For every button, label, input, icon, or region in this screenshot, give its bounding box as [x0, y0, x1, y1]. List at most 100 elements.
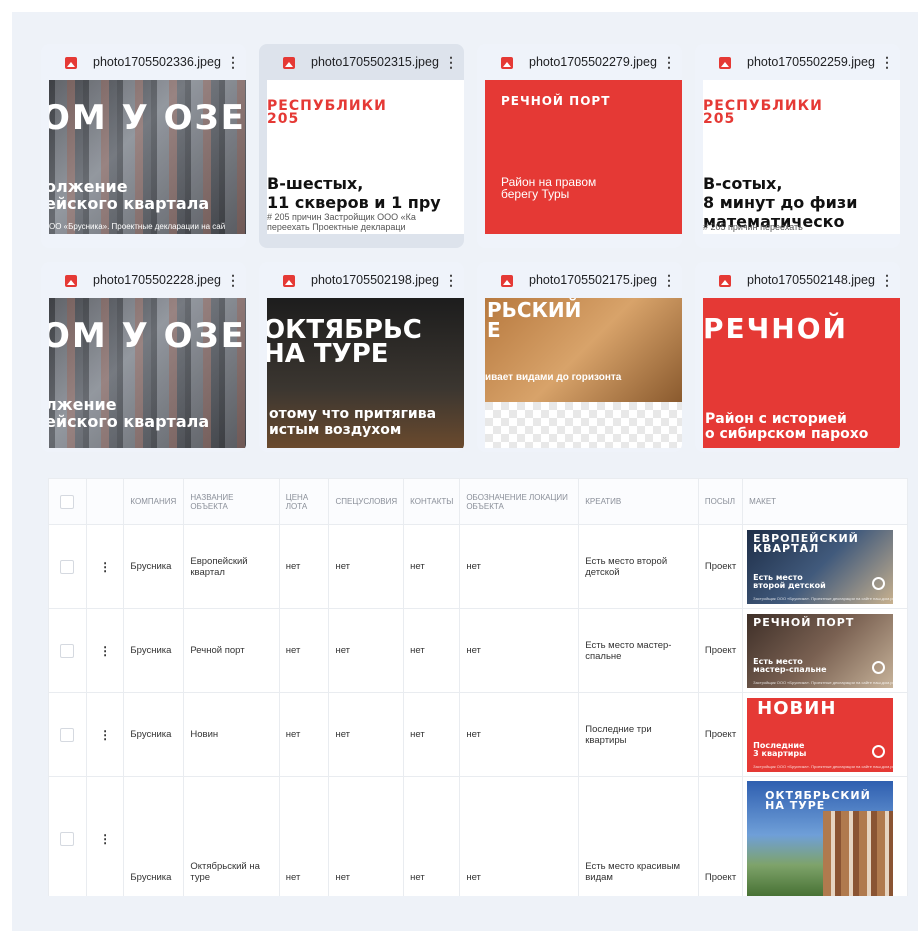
select-all-checkbox[interactable]: [60, 494, 75, 509]
more-vert-icon[interactable]: ⋮: [444, 273, 458, 287]
logo-circle-icon: [872, 660, 886, 674]
cell-price: нет: [278, 776, 330, 896]
cell-contacts: нет: [403, 524, 461, 609]
table-row: ⋮ Брусника Европейский квартал нет нет нет нет…: [48, 524, 908, 609]
file-card[interactable]: photo1705502315.jpeg ⋮ РЕСПУБЛИКИ 205 В-шест…: [259, 44, 464, 248]
mockup-image[interactable]: ОКТЯБРЬСКИЙ НА ТУРЕ: [747, 781, 894, 896]
mockup-title: НОВИН: [757, 697, 837, 719]
cell-creative: Последние три квартиры: [578, 692, 699, 777]
table-row: ⋮ Брусника Октябрьский на туре нет нет нет нет…: [48, 776, 908, 896]
mockup-title: ЕВРОПЕЙСКИЙ КВАРТАЛ: [753, 531, 859, 555]
file-name: photo1705502259.jpeg: [747, 55, 875, 69]
mockup-title: РЕЧНОЙ ПОРТ: [753, 615, 855, 629]
file-thumbnail[interactable]: РЕЧНОЙ Район с историей о сибирском парохо: [703, 298, 900, 448]
thumbnail-title: ОМ У ОЗЕ: [49, 98, 246, 138]
cell-creative: Есть место красивым видам: [578, 776, 699, 896]
file-card[interactable]: photo1705502198.jpeg ⋮ ОКТЯБРЬС НА ТУРЕ отом…: [259, 262, 464, 452]
file-thumbnail[interactable]: ОМ У ОЗЕ лжение ейского квартала: [49, 298, 246, 448]
logo-circle-icon: [872, 576, 886, 590]
file-card-header: photo1705502279.jpeg ⋮: [477, 44, 682, 80]
cell-price: нет: [278, 692, 330, 777]
thumbnail-subtitle: лжение ейского квартала: [49, 395, 210, 431]
file-card[interactable]: photo1705502279.jpeg ⋮ РЕЧНОЙ ПОРТ Район на…: [477, 44, 682, 248]
row-menu-button[interactable]: ⋮: [85, 692, 125, 777]
column-header: КОМПАНИЯ: [123, 478, 185, 525]
thumbnail-photo: РЬСКИЙ Е ивает видами до горизонта: [485, 298, 682, 402]
cell-special: нет: [328, 608, 405, 693]
more-vert-icon[interactable]: ⋮: [662, 273, 676, 287]
file-card-header: photo1705502228.jpeg ⋮: [41, 262, 246, 298]
cell-name: Европейский квартал: [183, 524, 280, 609]
file-thumbnail[interactable]: РЕЧНОЙ ПОРТ Район на правом берегу Туры: [485, 80, 682, 234]
cell-location: нет: [459, 524, 580, 609]
row-checkbox[interactable]: [60, 832, 75, 846]
mockup-title: ОКТЯБРЬСКИЙ НА ТУРЕ: [765, 789, 871, 812]
file-name: photo1705502279.jpeg: [529, 55, 657, 69]
cell-name: Октябрьский на туре: [183, 776, 280, 896]
row-select-cell: [48, 692, 87, 777]
file-thumbnail[interactable]: РЕСПУБЛИКИ 205 В-шестых, 11 скверов и 1 пру…: [267, 80, 464, 234]
image-file-icon: [719, 275, 731, 287]
mockup-image[interactable]: ЕВРОПЕЙСКИЙ КВАРТАЛ Есть место второй детск…: [747, 529, 894, 604]
cell-contacts: нет: [403, 692, 461, 777]
more-vert-icon[interactable]: ⋮: [226, 273, 240, 287]
row-menu-button[interactable]: ⋮: [85, 776, 125, 896]
cell-price: нет: [278, 608, 330, 693]
cell-mockup: РЕЧНОЙ ПОРТ Есть место мастер-спальне Застр…: [742, 608, 908, 693]
file-thumbnail[interactable]: РЬСКИЙ Е ивает видами до горизонта: [485, 298, 682, 448]
mockup-image[interactable]: РЕЧНОЙ ПОРТ Есть место мастер-спальне Застр…: [747, 613, 894, 688]
row-checkbox[interactable]: [60, 643, 75, 658]
file-card[interactable]: photo1705502336.jpeg ⋮ ОМ У ОЗЕ олжение ейск…: [41, 44, 246, 248]
file-name: photo1705502175.jpeg: [529, 273, 657, 287]
file-name: photo1705502148.jpeg: [747, 273, 875, 287]
image-file-icon: [719, 57, 731, 69]
more-vert-icon[interactable]: ⋮: [444, 55, 458, 69]
row-menu-button[interactable]: ⋮: [85, 524, 125, 609]
file-thumbnail[interactable]: РЕСПУБЛИКИ 205 В-сотых, 8 минут до физи мате…: [703, 80, 900, 234]
thumbnail-title: ОКТЯБРЬС НА ТУРЕ: [267, 315, 422, 369]
file-name: photo1705502228.jpeg: [93, 273, 221, 287]
file-thumbnail[interactable]: ОМ У ОЗЕ олжение ейского квартала ОО «Брусн…: [49, 80, 246, 234]
thumbnail-subtitle: ивает видами до горизонта: [485, 372, 622, 383]
more-vert-icon[interactable]: ⋮: [880, 273, 894, 287]
more-vert-icon[interactable]: ⋮: [662, 55, 676, 69]
file-card-header: photo1705502175.jpeg ⋮: [477, 262, 682, 298]
file-card[interactable]: photo1705502259.jpeg ⋮ РЕСПУБЛИКИ 205 В-соты…: [695, 44, 900, 248]
file-card-header: photo1705502336.jpeg ⋮: [41, 44, 246, 80]
thumbnail-subtitle: олжение ейского квартала: [49, 177, 210, 213]
select-all-header[interactable]: [48, 478, 87, 525]
file-card[interactable]: photo1705502175.jpeg ⋮ РЬСКИЙ Е ивает видами…: [477, 262, 682, 452]
more-vert-icon[interactable]: ⋮: [880, 55, 894, 69]
image-file-icon: [501, 57, 513, 69]
file-card-header: photo1705502148.jpeg ⋮: [695, 262, 900, 298]
cell-contacts: нет: [403, 608, 461, 693]
more-vert-icon[interactable]: ⋮: [226, 55, 240, 69]
image-file-icon: [283, 57, 295, 69]
table-row: ⋮ Брусника Речной порт нет нет нет нет Есть мес…: [48, 608, 908, 693]
mockup-subtitle: Есть место второй детской: [753, 572, 826, 590]
data-table: КОМПАНИЯ НАЗВАНИЕ ОБЪЕКТА ЦЕНА ЛОТА СПЕЦУСЛ…: [48, 478, 908, 896]
thumbnail-subtitle: Район на правом берегу Туры: [501, 175, 597, 201]
file-card[interactable]: photo1705502148.jpeg ⋮ РЕЧНОЙ Район с истор…: [695, 262, 900, 452]
column-header: ПОСЫЛ: [697, 478, 744, 525]
column-header: КОНТАКТЫ: [403, 478, 461, 525]
file-card-header: photo1705502315.jpeg ⋮: [259, 44, 464, 80]
image-file-icon: [65, 275, 77, 287]
row-checkbox[interactable]: [60, 727, 75, 742]
cell-creative: Есть место мастер-спальне: [578, 608, 699, 693]
image-file-icon: [283, 275, 295, 287]
thumbnail-title: ОМ У ОЗЕ: [49, 316, 246, 356]
cell-message: Проект: [697, 524, 744, 609]
mockup-image[interactable]: НОВИН Последние 3 квартиры Застройщик ООО «…: [747, 697, 894, 772]
row-checkbox[interactable]: [60, 559, 75, 574]
table-row: ⋮ Брусника Новин нет нет нет нет Последние три …: [48, 692, 908, 777]
image-file-icon: [501, 275, 513, 287]
cell-creative: Есть место второй детской: [578, 524, 699, 609]
file-thumbnail[interactable]: ОКТЯБРЬС НА ТУРЕ отому что притягива истым …: [267, 298, 464, 448]
file-card[interactable]: photo1705502228.jpeg ⋮ ОМ У ОЗЕ лжение ейско…: [41, 262, 246, 452]
file-card-header: photo1705502259.jpeg ⋮: [695, 44, 900, 80]
cell-location: нет: [459, 692, 580, 777]
row-menu-button[interactable]: ⋮: [85, 608, 125, 693]
thumbnail-title: РЕЧНОЙ: [703, 312, 848, 345]
mockup-footnote: Застройщик ООО «Брусника». Проектные дек…: [753, 595, 894, 601]
